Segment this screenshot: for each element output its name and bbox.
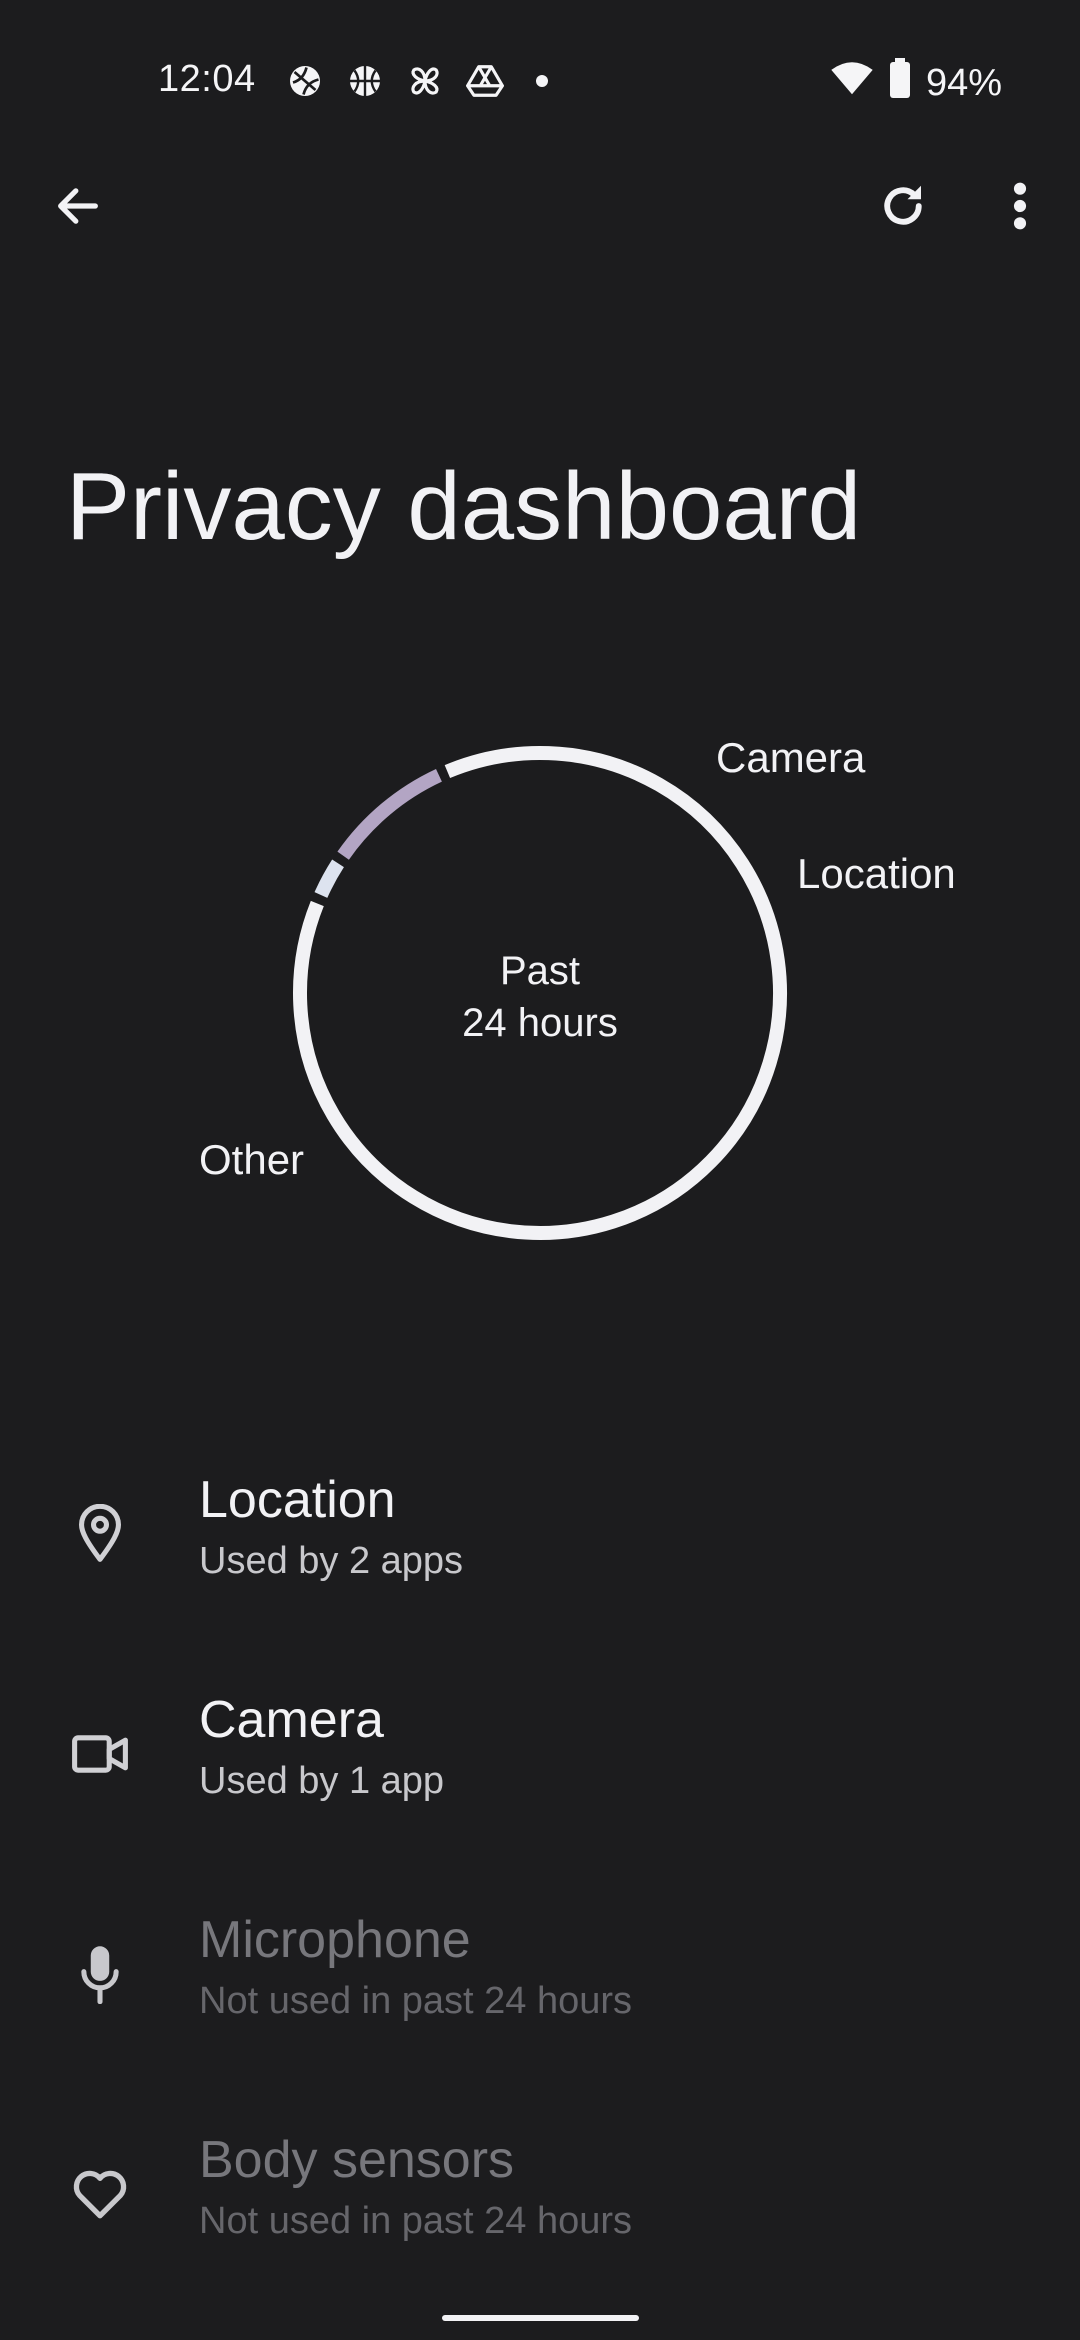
notification-dot-icon: [536, 75, 548, 87]
wifi-icon: [830, 60, 874, 106]
notification-icons: [286, 62, 548, 100]
back-button[interactable]: [30, 160, 126, 256]
refresh-icon: [876, 179, 930, 238]
pinwheel-icon: [406, 62, 444, 100]
battery-percent: 94%: [925, 61, 1002, 104]
permission-title: Microphone: [199, 1911, 471, 1969]
permission-item-location[interactable]: Location Used by 2 apps: [0, 1440, 1080, 1640]
page-title: Privacy dashboard: [66, 453, 862, 560]
permission-subtitle: Not used in past 24 hours: [199, 2200, 633, 2242]
battery-icon: [888, 58, 912, 108]
status-bar: 12:04 94%: [0, 0, 1080, 140]
permission-title: Camera: [199, 1691, 384, 1749]
chart-label-other: Other: [199, 1136, 305, 1183]
permission-item-microphone[interactable]: Microphone Not used in past 24 hours: [0, 1880, 1080, 2080]
chart-center-line1: Past: [499, 949, 581, 993]
permission-subtitle: Used by 2 apps: [199, 1540, 464, 1582]
ring-segment-location: [337, 768, 442, 860]
sports-ball-icon: [286, 62, 324, 100]
permission-title: Location: [199, 1471, 396, 1529]
usage-chart: Past 24 hours Camera Location Other: [0, 700, 1080, 1300]
status-time: 12:04: [158, 58, 256, 100]
chart-label-camera: Camera: [716, 734, 866, 781]
gesture-nav-handle[interactable]: [442, 2315, 639, 2321]
microphone-icon: [62, 1936, 138, 2012]
permission-title: Body sensors: [199, 2131, 515, 2189]
heart-icon: [62, 2156, 138, 2232]
ring-segment-camera: [314, 859, 344, 898]
chart-center-label: Past 24 hours: [390, 945, 690, 1049]
refresh-button[interactable]: [855, 160, 951, 256]
more-vert-icon: [1010, 180, 1030, 237]
drive-icon: [466, 62, 504, 100]
more-options-button[interactable]: [972, 160, 1068, 256]
permission-item-camera[interactable]: Camera Used by 1 app: [0, 1660, 1080, 1860]
chart-center-line2: 24 hours: [462, 1001, 618, 1045]
arrow-back-icon: [52, 180, 104, 237]
permission-subtitle: Used by 1 app: [199, 1760, 445, 1802]
location-pin-icon: [62, 1496, 138, 1572]
video-camera-icon: [62, 1716, 138, 1792]
permission-item-body-sensors[interactable]: Body sensors Not used in past 24 hours: [0, 2100, 1080, 2300]
permission-subtitle: Not used in past 24 hours: [199, 1980, 633, 2022]
app-bar: [0, 160, 1080, 270]
status-right: 94%: [830, 58, 1002, 108]
chart-label-location: Location: [797, 850, 956, 897]
basketball-icon: [346, 62, 384, 100]
